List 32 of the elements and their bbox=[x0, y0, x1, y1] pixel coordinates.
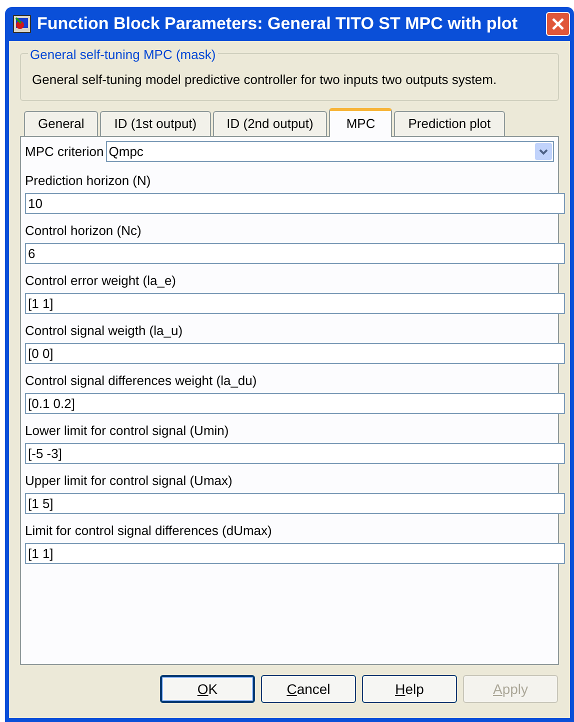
close-button[interactable] bbox=[546, 12, 570, 36]
close-icon bbox=[552, 18, 564, 30]
input-field[interactable]: [0.1 0.2] bbox=[25, 393, 565, 414]
input-field[interactable]: [0 0] bbox=[25, 343, 565, 364]
tab[interactable]: ID (1st output) bbox=[100, 111, 211, 136]
input-field[interactable]: [1 1] bbox=[25, 543, 565, 564]
input-field[interactable]: [1 5] bbox=[25, 493, 565, 514]
tab[interactable]: Prediction plot bbox=[394, 111, 505, 136]
chevron-down-icon bbox=[539, 148, 548, 154]
dialog-button[interactable]: Cancel bbox=[261, 675, 356, 703]
field-label: Control signal differences weight (la_du) bbox=[25, 372, 258, 390]
input-field[interactable]: [-5 -3] bbox=[25, 443, 565, 464]
input-field[interactable]: [1 1] bbox=[25, 293, 565, 314]
field-label: Control error weight (la_e) bbox=[25, 272, 178, 290]
field-label: Control horizon (Nc) bbox=[25, 222, 142, 240]
field-label: Upper limit for control signal (Umax) bbox=[25, 472, 234, 490]
window-title: Function Block Parameters: General TITO ST MPC with plot bbox=[37, 13, 518, 36]
dialog-button[interactable]: Help bbox=[362, 675, 457, 703]
input-field[interactable]: 10 bbox=[25, 193, 565, 214]
field-label: Prediction horizon (N) bbox=[25, 172, 152, 190]
app-icon bbox=[13, 15, 31, 33]
tab[interactable]: MPC bbox=[329, 108, 392, 137]
dropdown[interactable]: Qmpc bbox=[106, 141, 554, 162]
description: General self-tuning model predictive controller for two inputs two outputs system. bbox=[32, 71, 498, 89]
field-label: MPC criterion bbox=[25, 142, 104, 161]
field-label: Limit for control signal differences (dUmax) bbox=[25, 522, 273, 540]
field-label: Lower limit for control signal (Umin) bbox=[25, 422, 230, 440]
dialog-button[interactable]: OK bbox=[160, 675, 255, 703]
tab[interactable]: General bbox=[24, 111, 98, 136]
field-label: Control signal weigth (la_u) bbox=[25, 322, 184, 340]
input-field[interactable]: 6 bbox=[25, 243, 565, 264]
tab[interactable]: ID (2nd output) bbox=[212, 111, 328, 136]
